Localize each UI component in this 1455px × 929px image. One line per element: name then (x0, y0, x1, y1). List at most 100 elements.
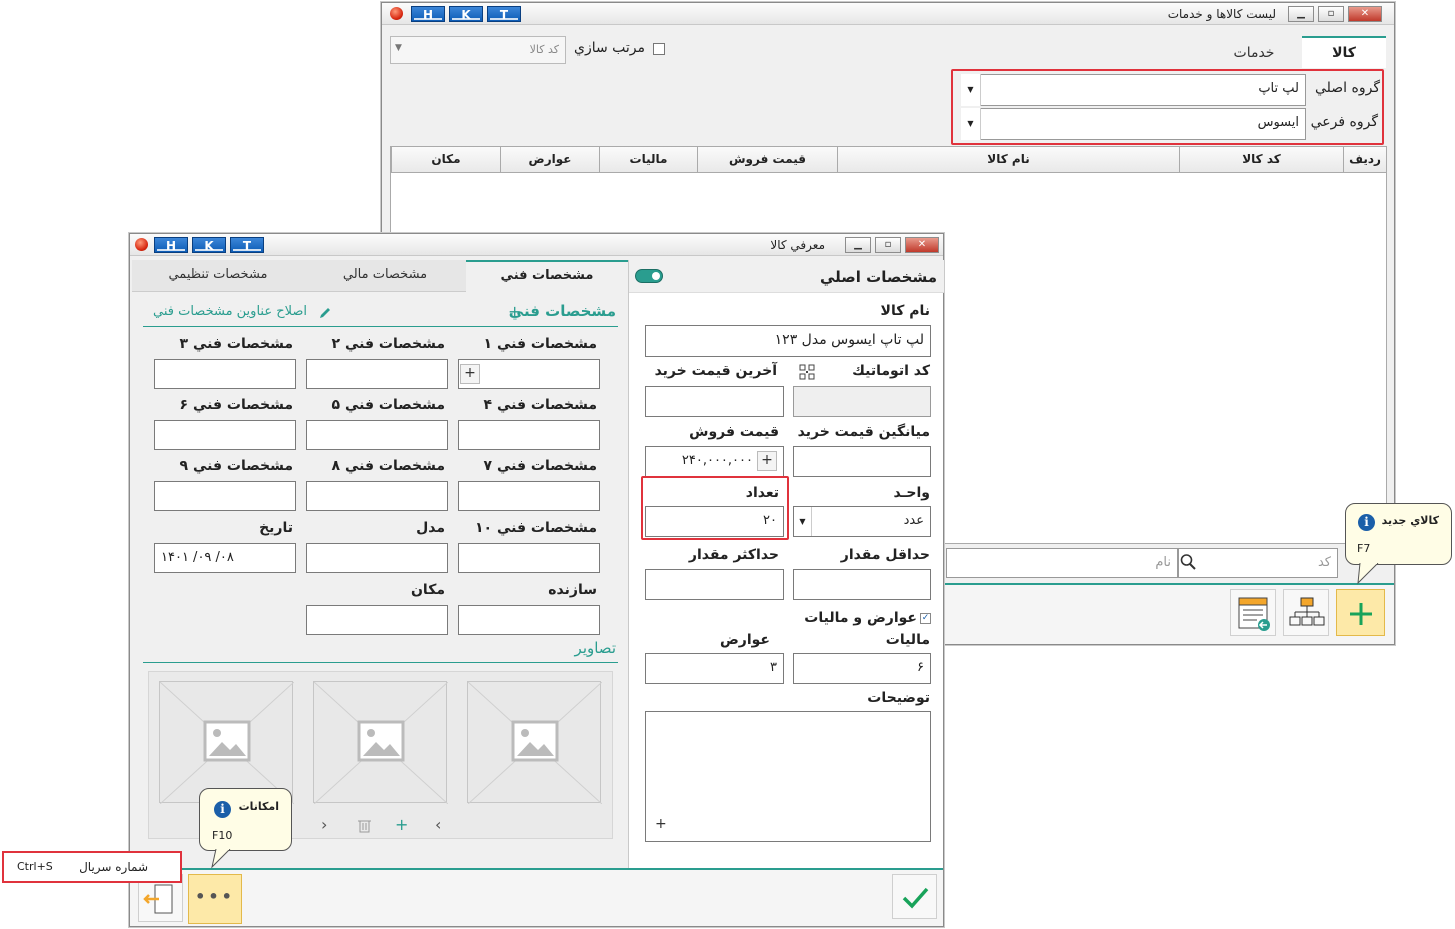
app-icon (390, 7, 403, 20)
k-button[interactable]: K (449, 6, 483, 22)
tax-section-label: عوارض و ماليات (804, 610, 917, 626)
image-slot[interactable] (313, 681, 448, 804)
spec7-input[interactable] (458, 481, 600, 511)
window-title: ليست كالاها و خدمات (1167, 7, 1276, 21)
tooltip-title: امكانات (238, 800, 279, 813)
last-price-label: آخرين قيمت خريد (654, 363, 777, 379)
tax-input[interactable]: ۶ (793, 653, 931, 684)
place-input[interactable] (306, 605, 448, 635)
tree-button[interactable] (1283, 589, 1329, 636)
close-button[interactable]: ✕ (905, 237, 939, 253)
spec4-label: مشخصات فني ۴ (483, 397, 597, 413)
options-button[interactable]: ••• (188, 874, 242, 924)
spec10-input[interactable] (458, 543, 600, 573)
tab-goods[interactable]: كالا (1302, 36, 1386, 68)
code-combo[interactable]: ▼ كد كالا (390, 36, 566, 64)
tooltip-shortcut: F7 (1357, 542, 1371, 555)
spec8-input[interactable] (306, 481, 448, 511)
minimize-button[interactable]: ▁ (845, 237, 871, 253)
min-input[interactable] (793, 569, 931, 600)
maker-label: سازنده (548, 582, 597, 598)
spec2-input[interactable] (306, 359, 448, 389)
spec3-input[interactable] (154, 359, 296, 389)
unit-label: واحـد (893, 485, 930, 501)
col-row[interactable]: رديف (1343, 147, 1386, 173)
min-label: حداقل مقدار (840, 547, 930, 563)
spec4-input[interactable] (458, 420, 600, 450)
max-input[interactable] (645, 569, 784, 600)
serial-label: شماره سريال (79, 860, 148, 874)
col-name[interactable]: نام كالا (837, 147, 1179, 173)
add-image-icon[interactable]: + (395, 815, 408, 834)
tax-checkbox[interactable]: ✓ (920, 613, 931, 624)
col-tax[interactable]: ماليات (599, 147, 697, 173)
count-highlight-box (641, 476, 789, 540)
t-button[interactable]: T (487, 6, 521, 22)
list-report-button[interactable] (1230, 589, 1276, 636)
k-button[interactable]: K (192, 237, 226, 253)
spec5-input[interactable] (306, 420, 448, 450)
spec6-input[interactable] (154, 420, 296, 450)
place-label: مكان (410, 582, 445, 598)
last-price-input[interactable] (645, 386, 784, 417)
sort-checkbox[interactable] (653, 43, 665, 55)
new-item-button[interactable] (1336, 589, 1385, 636)
trash-icon[interactable] (358, 818, 371, 837)
maximize-button[interactable]: ▫ (875, 237, 901, 253)
save-button[interactable] (892, 874, 937, 919)
image-placeholder-icon (314, 682, 448, 804)
h-button[interactable]: H (411, 6, 445, 22)
chevron-down-icon[interactable]: ▼ (794, 507, 812, 536)
desc-label: توضيحات (867, 690, 930, 706)
h-button[interactable]: H (154, 237, 188, 253)
tab-services[interactable]: خدمات (1214, 38, 1294, 68)
minimize-button[interactable]: ▁ (1288, 6, 1314, 22)
tooltip-pointer (211, 849, 231, 869)
col-duty[interactable]: عوارض (500, 147, 599, 173)
col-code[interactable]: كد كالا (1179, 147, 1343, 173)
tab-financial[interactable]: مشخصات مالي (304, 260, 466, 292)
close-button[interactable]: ✕ (1348, 6, 1382, 22)
add-spec-icon[interactable]: + (508, 302, 521, 321)
image-slot[interactable] (159, 681, 294, 804)
avg-price-label: ميانگين قيمت خريد (797, 424, 930, 440)
table-header: رديف كد كالا نام كالا قيمت فروش ماليات ع… (391, 147, 1386, 173)
qr-icon[interactable] (799, 364, 815, 380)
spec10-label: مشخصات فني ۱۰ (474, 520, 597, 536)
maximize-button[interactable]: ▫ (1318, 6, 1344, 22)
fix-titles-link[interactable]: اصلاح عناوين مشخصات فني (153, 304, 307, 319)
tooltip-title: كالاي جديد (1381, 514, 1439, 527)
prev-arrow-icon[interactable]: › (321, 815, 327, 834)
tab-settings[interactable]: مشخصات تنظيمي (132, 260, 304, 292)
model-input[interactable] (306, 543, 448, 573)
toggle-switch[interactable] (635, 269, 663, 283)
desc-textarea[interactable] (645, 711, 931, 842)
sale-price-add-button[interactable]: + (757, 451, 777, 471)
spec1-add-button[interactable]: + (460, 364, 480, 384)
serial-number-menu-item[interactable]: Ctrl+S شماره سريال (2, 851, 182, 883)
avg-price-input[interactable] (793, 446, 931, 477)
desc-add-icon[interactable]: + (655, 816, 667, 832)
col-sale-price[interactable]: قيمت فروش (697, 147, 837, 173)
form-titlebar: H K T معرفي كالا ▁ ▫ ✕ (130, 234, 943, 256)
chevron-down-icon[interactable]: ▼ (395, 43, 402, 53)
maker-input[interactable] (458, 605, 600, 635)
duty-input[interactable]: ۳ (645, 653, 784, 684)
name-input[interactable]: لپ تاپ ايسوس مدل ۱۲۳ (645, 325, 931, 357)
col-place[interactable]: مكان (391, 147, 500, 173)
spec5-label: مشخصات فني ۵ (331, 397, 445, 413)
pencil-icon[interactable] (318, 305, 332, 324)
search-name-input[interactable]: نام (946, 548, 1178, 578)
auto-code-input[interactable] (793, 386, 931, 417)
search-code-input[interactable]: كد (1178, 548, 1338, 578)
t-button[interactable]: T (230, 237, 264, 253)
image-slot[interactable] (467, 681, 602, 804)
date-input[interactable]: ۱۴۰۱ /۰۹ /۰۸ (154, 543, 296, 573)
unit-select[interactable]: عدد (793, 506, 931, 537)
next-arrow-icon[interactable]: ‹ (435, 815, 441, 834)
spec9-input[interactable] (154, 481, 296, 511)
name-label: نام كالا (880, 303, 930, 319)
tab-technical[interactable]: مشخصات فني (466, 260, 628, 292)
tooltip-pointer (1357, 563, 1379, 585)
date-label: تاريخ (259, 520, 293, 536)
